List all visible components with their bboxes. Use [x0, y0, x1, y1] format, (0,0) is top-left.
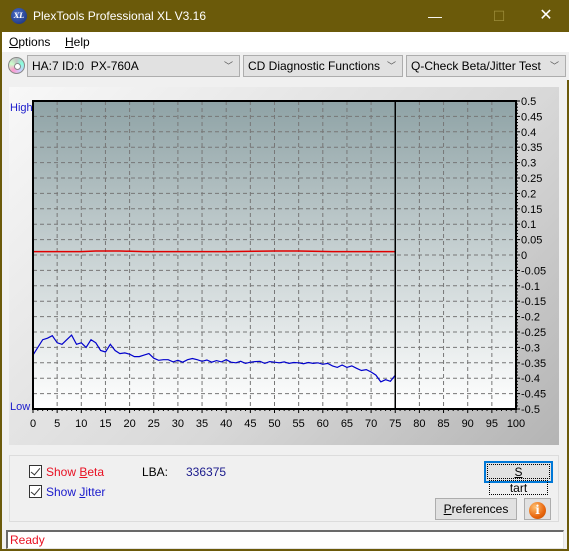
- show-beta-label[interactable]: Show Beta: [46, 465, 104, 479]
- show-beta-text-rest: eta: [87, 465, 105, 479]
- drive-select[interactable]: HA:7 ID:0 PX-760A ﹀: [27, 55, 240, 77]
- y-tick-label: -0.4: [521, 373, 540, 385]
- x-tick-label: 60: [317, 418, 329, 430]
- lba-label: LBA:: [142, 465, 169, 479]
- menu-options[interactable]: Options: [9, 35, 50, 49]
- toolbar: HA:7 ID:0 PX-760A ﹀ CD Diagnostic Functi…: [2, 52, 569, 80]
- menu-help-rest: elp: [73, 35, 90, 49]
- x-tick-label: 50: [268, 418, 280, 430]
- x-tick-label: 40: [220, 418, 232, 430]
- y-tick-label: -0.35: [521, 358, 546, 370]
- y-tick-label: -0.05: [521, 265, 546, 277]
- y-tick-label: 0.4: [521, 127, 536, 139]
- menu-help[interactable]: Help: [65, 35, 90, 49]
- function-select[interactable]: CD Diagnostic Functions ﹀: [243, 55, 403, 77]
- test-select[interactable]: Q-Check Beta/Jitter Test ﹀: [406, 55, 566, 77]
- y-tick-label: -0.3: [521, 342, 540, 354]
- y-tick-label: 0.15: [521, 204, 542, 216]
- show-beta-checkbox[interactable]: [29, 465, 42, 478]
- x-tick-label: 95: [486, 418, 498, 430]
- x-tick-label: 25: [148, 418, 160, 430]
- drive-select-value: HA:7 ID:0 PX-760A: [32, 59, 139, 73]
- x-tick-label: 65: [341, 418, 353, 430]
- preferences-button[interactable]: Preferences: [435, 498, 517, 520]
- y-tick-label: 0.35: [521, 142, 542, 154]
- y-tick-label: -0.25: [521, 327, 546, 339]
- y-tick-label: 0: [521, 250, 527, 262]
- show-jitter-text: Show: [46, 485, 80, 499]
- y-tick-label: -0.2: [521, 312, 540, 324]
- close-button[interactable]: ✕: [523, 1, 569, 31]
- y-tick-label: -0.5: [521, 404, 540, 416]
- y-tick-label: 0.5: [521, 96, 536, 108]
- x-tick-label: 90: [462, 418, 474, 430]
- x-tick-label: 35: [196, 418, 208, 430]
- controls-panel: Show Beta Show Jitter LBA: 336375 Start …: [9, 455, 559, 522]
- y-tick-label: 0.2: [521, 188, 536, 200]
- y-tick-label: -0.1: [521, 281, 540, 293]
- minimize-button[interactable]: —: [412, 1, 458, 31]
- y-tick-label: 0.45: [521, 111, 542, 123]
- x-tick-label: 100: [507, 418, 525, 430]
- y-tick-label: -0.45: [521, 389, 546, 401]
- series-line-beta: [33, 250, 396, 253]
- show-jitter-checkbox[interactable]: [29, 485, 42, 498]
- app-logo-icon: XL: [11, 8, 27, 24]
- menu-options-accel: O: [9, 35, 19, 49]
- start-button-label: Start: [487, 464, 550, 495]
- menu-options-rest: ptions: [18, 35, 51, 49]
- chevron-down-icon: ﹀: [549, 61, 559, 71]
- y-tick-label: 0.25: [521, 173, 542, 185]
- lba-value: 336375: [186, 465, 227, 479]
- x-tick-label: 80: [413, 418, 425, 430]
- y-tick-label: 0.3: [521, 158, 536, 170]
- title-bar: XL PlexTools Professional XL V3.16 — ☐ ✕: [2, 1, 569, 32]
- x-tick-label: 55: [293, 418, 305, 430]
- function-select-value: CD Diagnostic Functions: [248, 59, 381, 73]
- x-tick-label: 0: [30, 418, 36, 430]
- app-window: XL PlexTools Professional XL V3.16 — ☐ ✕…: [1, 0, 569, 550]
- maximize-button[interactable]: ☐: [476, 1, 522, 31]
- y-tick-label: 0.05: [521, 235, 542, 247]
- status-text: Ready: [10, 533, 45, 547]
- x-tick-label: 45: [244, 418, 256, 430]
- x-tick-label: 30: [172, 418, 184, 430]
- y-tick-label: -0.15: [521, 296, 546, 308]
- info-button[interactable]: i: [524, 498, 551, 520]
- chart-panel: High Low 0 5 10 15 20 25 30 35 40 45 50 55 60 65 70 75 8…: [9, 87, 559, 445]
- beta-jitter-chart: 0 5 10 15 20 25 30 35 40 45 50 55 60 65 70 75 80 85 90 95 10…: [30, 96, 546, 430]
- chevron-down-icon: ﹀: [386, 61, 396, 71]
- preferences-button-label: Preferences: [443, 502, 509, 516]
- x-tick-label: 75: [389, 418, 401, 430]
- x-tick-label: 85: [437, 418, 449, 430]
- x-tick-label: 10: [75, 418, 87, 430]
- y-tick-label: 0.1: [521, 219, 536, 231]
- test-select-value: Q-Check Beta/Jitter Test: [411, 59, 541, 73]
- menu-help-accel: H: [65, 35, 74, 49]
- start-button[interactable]: Start: [484, 461, 553, 495]
- show-beta-text: Show: [46, 465, 80, 479]
- x-tick-label: 70: [365, 418, 377, 430]
- chevron-down-icon: ﹀: [223, 61, 233, 71]
- window-title: PlexTools Professional XL V3.16: [33, 9, 206, 23]
- show-jitter-label[interactable]: Show Jitter: [46, 485, 105, 499]
- info-icon: i: [529, 502, 546, 519]
- x-tick-label: 15: [99, 418, 111, 430]
- y-axis: 0.5 0.45 0.4 0.35 0.3 0.25 0.2 0.15 0.1 0.05 0 -0.0…: [516, 96, 546, 416]
- x-tick-label: 20: [123, 418, 135, 430]
- show-jitter-text-rest: itter: [85, 485, 106, 499]
- disc-icon: [8, 57, 25, 74]
- menu-bar: Options Help: [2, 32, 569, 52]
- x-axis: 0 5 10 15 20 25 30 35 40 45 50 55 60 65 70 75 80 85 90 95 10…: [30, 409, 525, 430]
- x-tick-label: 5: [54, 418, 60, 430]
- status-bar: Ready: [6, 530, 564, 549]
